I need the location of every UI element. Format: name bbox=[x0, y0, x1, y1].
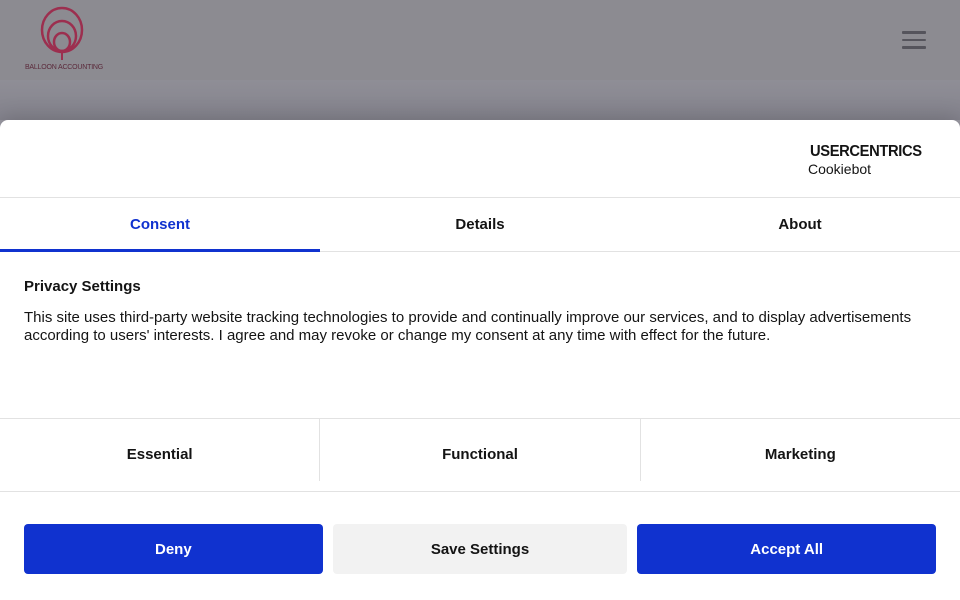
save-settings-button[interactable]: Save Settings bbox=[332, 524, 628, 574]
balloon-logo-icon bbox=[40, 6, 84, 60]
tab-about[interactable]: About bbox=[640, 198, 960, 251]
deny-button[interactable]: Deny bbox=[24, 524, 323, 574]
logo-text: BALLOON ACCOUNTING bbox=[24, 64, 104, 71]
hamburger-menu-icon[interactable] bbox=[902, 31, 926, 49]
tab-consent[interactable]: Consent bbox=[0, 198, 320, 252]
privacy-body: This site uses third-party website track… bbox=[24, 309, 912, 344]
site-logo[interactable]: BALLOON ACCOUNTING bbox=[24, 4, 104, 76]
accept-all-button[interactable]: Accept All bbox=[637, 524, 937, 574]
category-functional[interactable]: Functional bbox=[320, 419, 641, 481]
dialog-tabs: Consent Details About bbox=[0, 198, 960, 252]
category-marketing[interactable]: Marketing bbox=[641, 419, 960, 481]
dialog-header: USERCENTRICS Cookiebot bbox=[0, 120, 960, 198]
category-essential[interactable]: Essential bbox=[0, 419, 321, 481]
consent-categories: Essential Functional Marketing bbox=[0, 418, 960, 492]
brand-name: USERCENTRICS bbox=[810, 143, 922, 160]
consent-content: Privacy Settings This site uses third-pa… bbox=[0, 252, 960, 418]
site-hero-band bbox=[0, 80, 960, 120]
privacy-heading: Privacy Settings bbox=[24, 278, 141, 295]
cookie-consent-dialog: USERCENTRICS Cookiebot Consent Details A… bbox=[0, 120, 960, 600]
cookiebot-brand[interactable]: USERCENTRICS Cookiebot bbox=[808, 143, 924, 177]
tab-details[interactable]: Details bbox=[320, 198, 640, 251]
site-header: BALLOON ACCOUNTING bbox=[0, 0, 960, 80]
dialog-buttons: Deny Save Settings Accept All bbox=[0, 492, 960, 574]
brand-sub: Cookiebot bbox=[808, 161, 872, 177]
